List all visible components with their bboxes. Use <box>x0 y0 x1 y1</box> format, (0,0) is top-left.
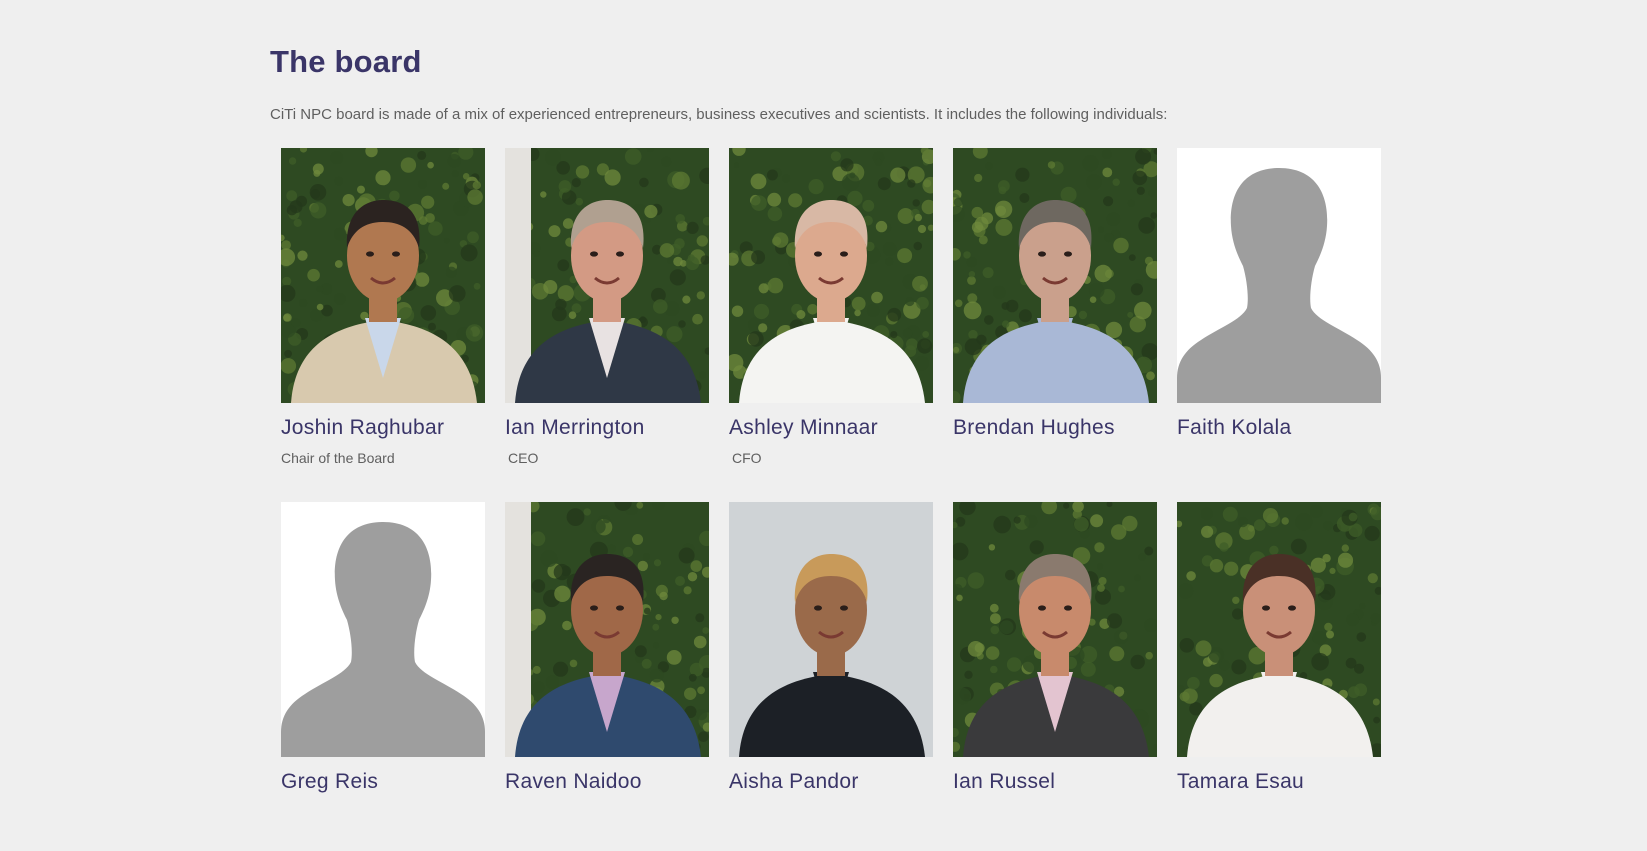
member-name: Faith Kolala <box>1177 416 1292 439</box>
member-card-tamara-esau[interactable]: Tamara Esau <box>1177 502 1381 851</box>
member-photo[interactable] <box>729 148 933 403</box>
member-card-faith-kolala[interactable]: Faith Kolala <box>1177 148 1381 502</box>
member-photo[interactable] <box>281 148 485 403</box>
member-name: Ashley Minnaar <box>729 416 878 439</box>
board-page: The board CiTi NPC board is made of a mi… <box>0 0 1647 851</box>
portrait-image <box>729 148 933 403</box>
portrait-image <box>505 148 709 403</box>
member-photo[interactable] <box>281 502 485 757</box>
member-role: CEO <box>508 450 539 466</box>
portrait-image <box>953 502 1157 757</box>
member-card-ian-merrington[interactable]: Ian Merrington CEO <box>505 148 709 502</box>
portrait-image <box>505 502 709 757</box>
portrait-image <box>281 148 485 403</box>
member-name: Brendan Hughes <box>953 416 1115 439</box>
page-title: The board <box>270 44 422 79</box>
member-photo[interactable] <box>1177 148 1381 403</box>
portrait-image <box>1177 502 1381 757</box>
member-photo[interactable] <box>953 148 1157 403</box>
member-name: Ian Russel <box>953 770 1056 793</box>
portrait-image <box>729 502 933 757</box>
member-role: Chair of the Board <box>281 450 395 466</box>
member-card-ian-russel[interactable]: Ian Russel <box>953 502 1157 851</box>
member-card-joshin-raghubar[interactable]: Joshin Raghubar Chair of the Board <box>281 148 485 502</box>
member-photo[interactable] <box>1177 502 1381 757</box>
member-photo[interactable] <box>953 502 1157 757</box>
member-photo[interactable] <box>505 148 709 403</box>
member-card-ashley-minnaar[interactable]: Ashley Minnaar CFO <box>729 148 933 502</box>
member-role: CFO <box>732 450 762 466</box>
member-name: Tamara Esau <box>1177 770 1305 793</box>
member-name: Aisha Pandor <box>729 770 859 793</box>
portrait-image <box>953 148 1157 403</box>
member-photo[interactable] <box>729 502 933 757</box>
page-intro: CiTi NPC board is made of a mix of exper… <box>270 106 1168 123</box>
member-name: Ian Merrington <box>505 416 645 439</box>
avatar-placeholder-icon <box>1177 148 1381 403</box>
member-card-brendan-hughes[interactable]: Brendan Hughes <box>953 148 1157 502</box>
member-card-aisha-pandor[interactable]: Aisha Pandor <box>729 502 933 851</box>
avatar-placeholder-icon <box>281 502 485 757</box>
member-photo[interactable] <box>505 502 709 757</box>
member-card-greg-reis[interactable]: Greg Reis <box>281 502 485 851</box>
member-card-raven-naidoo[interactable]: Raven Naidoo <box>505 502 709 851</box>
member-name: Joshin Raghubar <box>281 416 445 439</box>
member-name: Raven Naidoo <box>505 770 642 793</box>
member-name: Greg Reis <box>281 770 379 793</box>
board-grid: Joshin Raghubar Chair of the Board Ian M… <box>281 148 1381 851</box>
